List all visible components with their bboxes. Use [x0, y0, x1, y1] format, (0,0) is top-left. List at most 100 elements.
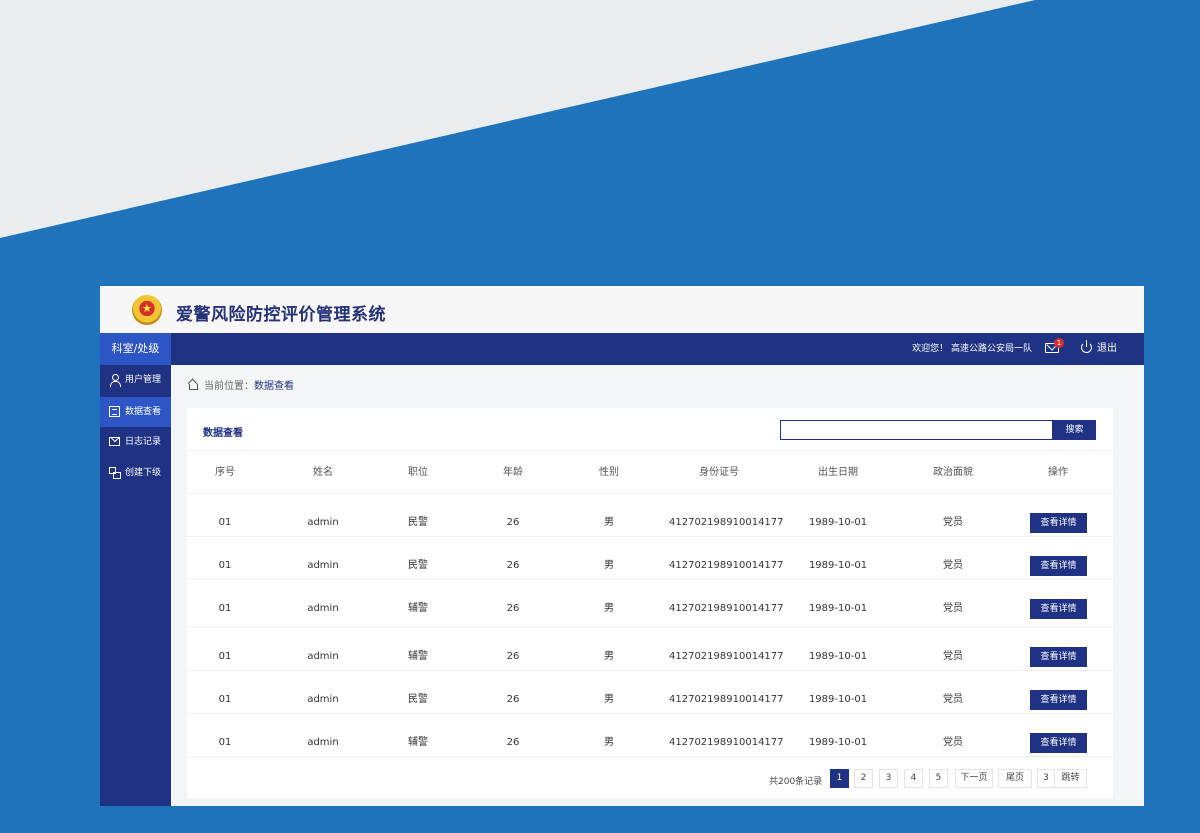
sidebar-item-label: 创建下级 [125, 468, 162, 478]
row-divider [187, 670, 1113, 671]
home-icon[interactable] [187, 380, 198, 390]
row-divider [187, 579, 1113, 580]
page-button-5[interactable]: 5 [929, 769, 948, 788]
cell-index: 01 [218, 737, 232, 748]
page-button-1[interactable]: 1 [830, 769, 849, 788]
breadcrumb-prefix: 当前位置： [204, 381, 254, 392]
row-divider [187, 493, 1113, 494]
sidebar-item-data-view[interactable]: 数据查看 [100, 397, 171, 427]
cell-index: 01 [218, 560, 232, 571]
header-id-number: 身份证号 [699, 467, 739, 478]
mail-icon [109, 437, 120, 446]
org-icon [109, 467, 121, 479]
logout-button[interactable]: 退出 [1097, 333, 1117, 365]
row-divider [187, 536, 1113, 537]
sidebar-item-label: 用户管理 [125, 375, 162, 385]
view-details-button[interactable]: 查看详情 [1030, 647, 1087, 667]
cell-political-status: 党员 [943, 651, 963, 662]
cell-age: 26 [506, 651, 520, 662]
document-icon [109, 406, 120, 417]
cell-position: 民警 [408, 560, 428, 571]
sidebar-item-label: 数据查看 [125, 407, 162, 417]
breadcrumb-current[interactable]: 数据查看 [254, 381, 294, 392]
cell-position: 民警 [408, 694, 428, 705]
user-icon [109, 374, 121, 387]
header-action: 操作 [1048, 467, 1068, 478]
welcome-text: 欢迎您！ 高速公路公安局一队 [912, 344, 1032, 354]
row-divider [187, 756, 1113, 757]
cell-birth-date: 1989-10-01 [808, 517, 868, 528]
header-political-status: 政治面貌 [933, 467, 973, 478]
header-position: 职位 [408, 467, 428, 478]
view-details-button[interactable]: 查看详情 [1030, 690, 1087, 710]
cell-political-status: 党员 [943, 694, 963, 705]
view-details-button[interactable]: 查看详情 [1030, 556, 1087, 576]
cell-gender: 男 [604, 737, 614, 748]
header-birth-date: 出生日期 [818, 467, 858, 478]
cell-age: 26 [506, 737, 520, 748]
cell-index: 01 [218, 603, 232, 614]
search-input[interactable] [780, 420, 1053, 440]
search-button[interactable]: 搜索 [1053, 420, 1096, 440]
cell-age: 26 [506, 694, 520, 705]
breadcrumb: 当前位置：数据查看 [187, 380, 294, 394]
sidebar-item-create-sub[interactable]: 创建下级 [100, 458, 171, 488]
cell-index: 01 [218, 651, 232, 662]
cell-id-number: 412702198910014177 [669, 737, 784, 748]
sidebar-item-logs[interactable]: 日志记录 [100, 427, 171, 457]
cell-political-status: 党员 [943, 737, 963, 748]
sidebar: 用户管理 数据查看 日志记录 创建下级 [100, 365, 171, 806]
view-details-button[interactable]: 查看详情 [1030, 733, 1087, 753]
header-name: 姓名 [313, 467, 333, 478]
cell-name: admin [307, 737, 339, 748]
pagination-total: 共200条记录 [769, 777, 823, 787]
cell-position: 民警 [408, 517, 428, 528]
header-index: 序号 [215, 467, 235, 478]
page-button-2[interactable]: 2 [854, 769, 873, 788]
panel-title: 数据查看 [203, 428, 243, 439]
cell-birth-date: 1989-10-01 [808, 603, 868, 614]
row-divider [187, 627, 1113, 628]
last-page-button[interactable]: 尾页 [998, 769, 1032, 788]
cell-gender: 男 [604, 603, 614, 614]
cell-gender: 男 [604, 560, 614, 571]
cell-index: 01 [218, 694, 232, 705]
app-title: 爱警风险防控评价管理系统 [176, 305, 386, 325]
cell-position: 辅警 [408, 651, 428, 662]
view-details-button[interactable]: 查看详情 [1030, 599, 1087, 619]
row-divider [187, 450, 1113, 451]
jump-page-input[interactable]: 3 [1037, 769, 1055, 788]
cell-age: 26 [506, 603, 520, 614]
view-details-button[interactable]: 查看详情 [1030, 513, 1087, 533]
cell-id-number: 412702198910014177 [669, 651, 784, 662]
mail-badge: 1 [1054, 338, 1064, 348]
cell-name: admin [307, 517, 339, 528]
row-divider [187, 713, 1113, 714]
sidebar-item-label: 日志记录 [125, 437, 162, 447]
next-page-button[interactable]: 下一页 [955, 769, 993, 788]
cell-id-number: 412702198910014177 [669, 603, 784, 614]
cell-birth-date: 1989-10-01 [808, 651, 868, 662]
cell-gender: 男 [604, 517, 614, 528]
data-panel: 数据查看 搜索 序号 姓名 职位 年龄 性别 身份证号 出生日期 政治面貌 操作 01 admin 民… [187, 408, 1113, 798]
dept-label[interactable]: 科室/处级 [100, 333, 171, 365]
power-icon[interactable] [1081, 340, 1092, 353]
cell-birth-date: 1989-10-01 [808, 737, 868, 748]
sidebar-item-users[interactable]: 用户管理 [100, 365, 171, 395]
page-button-4[interactable]: 4 [904, 769, 923, 788]
cell-gender: 男 [604, 651, 614, 662]
cell-birth-date: 1989-10-01 [808, 694, 868, 705]
header-gender: 性别 [599, 467, 619, 478]
cell-position: 辅警 [408, 603, 428, 614]
page-button-3[interactable]: 3 [879, 769, 898, 788]
cell-id-number: 412702198910014177 [669, 694, 784, 705]
cell-name: admin [307, 694, 339, 705]
app-header: ★ 爱警风险防控评价管理系统 [100, 286, 1144, 333]
top-bar: 科室/处级 欢迎您！ 高速公路公安局一队 1 退出 [100, 333, 1144, 365]
jump-button[interactable]: 跳转 [1055, 769, 1087, 788]
cell-id-number: 412702198910014177 [669, 517, 784, 528]
police-emblem-logo: ★ [132, 295, 162, 325]
cell-index: 01 [218, 517, 232, 528]
cell-name: admin [307, 651, 339, 662]
cell-position: 辅警 [408, 737, 428, 748]
